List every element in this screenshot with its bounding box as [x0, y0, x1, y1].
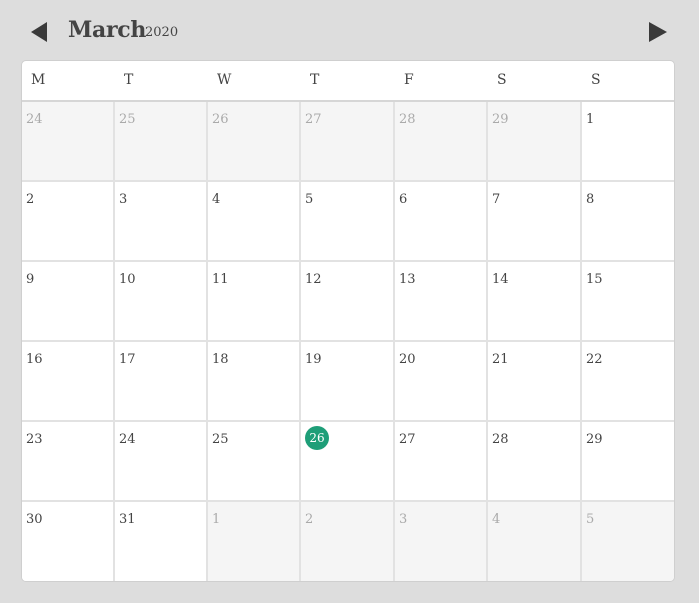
weekday-header-row: MTWTFSS: [22, 61, 674, 102]
day-cell[interactable]: 27: [395, 422, 488, 502]
day-cell[interactable]: 4: [208, 182, 301, 262]
day-number: 1: [212, 512, 221, 527]
day-cell[interactable]: 9: [22, 262, 115, 342]
day-number: 3: [119, 192, 128, 207]
day-number: 13: [399, 272, 416, 287]
day-number: 10: [119, 272, 136, 287]
day-number: 14: [492, 272, 509, 287]
day-number: 29: [586, 432, 603, 447]
day-cell-other-month[interactable]: 4: [488, 502, 582, 581]
day-grid: 24 25 26 27 28 29 1 2 3 4 5 6 7 8 9 10 11 12 13 14 15 16 17 18 1…: [22, 102, 674, 581]
day-cell[interactable]: 23: [22, 422, 115, 502]
day-cell[interactable]: 16: [22, 342, 115, 422]
day-cell[interactable]: 12: [301, 262, 395, 342]
day-cell[interactable]: 13: [395, 262, 488, 342]
day-number: 25: [119, 112, 136, 127]
day-number: 22: [586, 352, 603, 367]
day-number: 23: [26, 432, 43, 447]
day-cell-other-month[interactable]: 24: [22, 102, 115, 182]
day-cell[interactable]: 19: [301, 342, 395, 422]
day-cell-other-month[interactable]: 25: [115, 102, 208, 182]
day-cell-today[interactable]: 26: [301, 422, 395, 502]
day-number: 5: [586, 512, 595, 527]
day-cell-other-month[interactable]: 5: [582, 502, 674, 581]
weekday-label: S: [497, 72, 507, 88]
weekday-label: S: [591, 72, 601, 88]
day-cell[interactable]: 22: [582, 342, 674, 422]
day-cell[interactable]: 8: [582, 182, 674, 262]
day-number: 9: [26, 272, 35, 287]
day-number: 16: [26, 352, 43, 367]
day-cell[interactable]: 14: [488, 262, 582, 342]
day-number: 3: [399, 512, 408, 527]
day-number: 30: [26, 512, 43, 527]
day-cell[interactable]: 1: [582, 102, 674, 182]
day-cell[interactable]: 21: [488, 342, 582, 422]
triangle-right-icon[interactable]: [646, 20, 670, 44]
weekday-label: T: [310, 72, 320, 88]
weekday-label: W: [217, 72, 232, 88]
day-number: 29: [492, 112, 509, 127]
day-number: 20: [399, 352, 416, 367]
day-cell[interactable]: 17: [115, 342, 208, 422]
day-number: 8: [586, 192, 595, 207]
day-number: 28: [399, 112, 416, 127]
day-cell[interactable]: 15: [582, 262, 674, 342]
month-grid: MTWTFSS 24 25 26 27 28 29 1 2 3 4 5 6 7 8 9 10 11 12 13 14 1…: [21, 60, 675, 582]
day-number: 2: [305, 512, 314, 527]
month-title: March: [68, 17, 147, 43]
day-cell[interactable]: 28: [488, 422, 582, 502]
day-number: 6: [399, 192, 408, 207]
triangle-left-icon[interactable]: [28, 20, 52, 44]
calendar-header: March 2020: [0, 0, 699, 60]
day-number: 7: [492, 192, 501, 207]
day-cell[interactable]: 6: [395, 182, 488, 262]
year-label: 2020: [145, 25, 179, 40]
day-cell[interactable]: 31: [115, 502, 208, 581]
day-cell[interactable]: 29: [582, 422, 674, 502]
day-number: 27: [305, 112, 322, 127]
day-number: 2: [26, 192, 35, 207]
day-number: 4: [212, 192, 221, 207]
weekday-label: M: [31, 72, 46, 88]
day-cell-other-month[interactable]: 3: [395, 502, 488, 581]
day-number: 17: [119, 352, 136, 367]
day-number: 24: [26, 112, 43, 127]
day-number: 19: [305, 352, 322, 367]
day-cell[interactable]: 2: [22, 182, 115, 262]
day-number: 26: [212, 112, 229, 127]
day-cell-other-month[interactable]: 29: [488, 102, 582, 182]
day-cell[interactable]: 5: [301, 182, 395, 262]
day-number: 31: [119, 512, 136, 527]
day-cell-other-month[interactable]: 28: [395, 102, 488, 182]
day-number: 24: [119, 432, 136, 447]
day-number: 11: [212, 272, 229, 287]
day-number: 25: [212, 432, 229, 447]
day-number: 4: [492, 512, 501, 527]
day-cell-other-month[interactable]: 27: [301, 102, 395, 182]
day-number: 5: [305, 192, 314, 207]
day-cell[interactable]: 25: [208, 422, 301, 502]
day-cell[interactable]: 24: [115, 422, 208, 502]
day-cell-other-month[interactable]: 2: [301, 502, 395, 581]
day-cell[interactable]: 7: [488, 182, 582, 262]
day-cell[interactable]: 20: [395, 342, 488, 422]
day-number: 18: [212, 352, 229, 367]
day-cell[interactable]: 18: [208, 342, 301, 422]
weekday-label: F: [404, 72, 414, 88]
day-cell-other-month[interactable]: 1: [208, 502, 301, 581]
day-cell[interactable]: 11: [208, 262, 301, 342]
day-cell[interactable]: 3: [115, 182, 208, 262]
day-number: 1: [586, 112, 595, 127]
day-cell[interactable]: 30: [22, 502, 115, 581]
day-cell[interactable]: 10: [115, 262, 208, 342]
day-number: 21: [492, 352, 509, 367]
day-cell-other-month[interactable]: 26: [208, 102, 301, 182]
weekday-label: T: [124, 72, 134, 88]
day-number: 27: [399, 432, 416, 447]
day-number: 12: [305, 272, 322, 287]
day-number: 28: [492, 432, 509, 447]
today-badge: 26: [305, 426, 329, 450]
day-number: 15: [586, 272, 603, 287]
